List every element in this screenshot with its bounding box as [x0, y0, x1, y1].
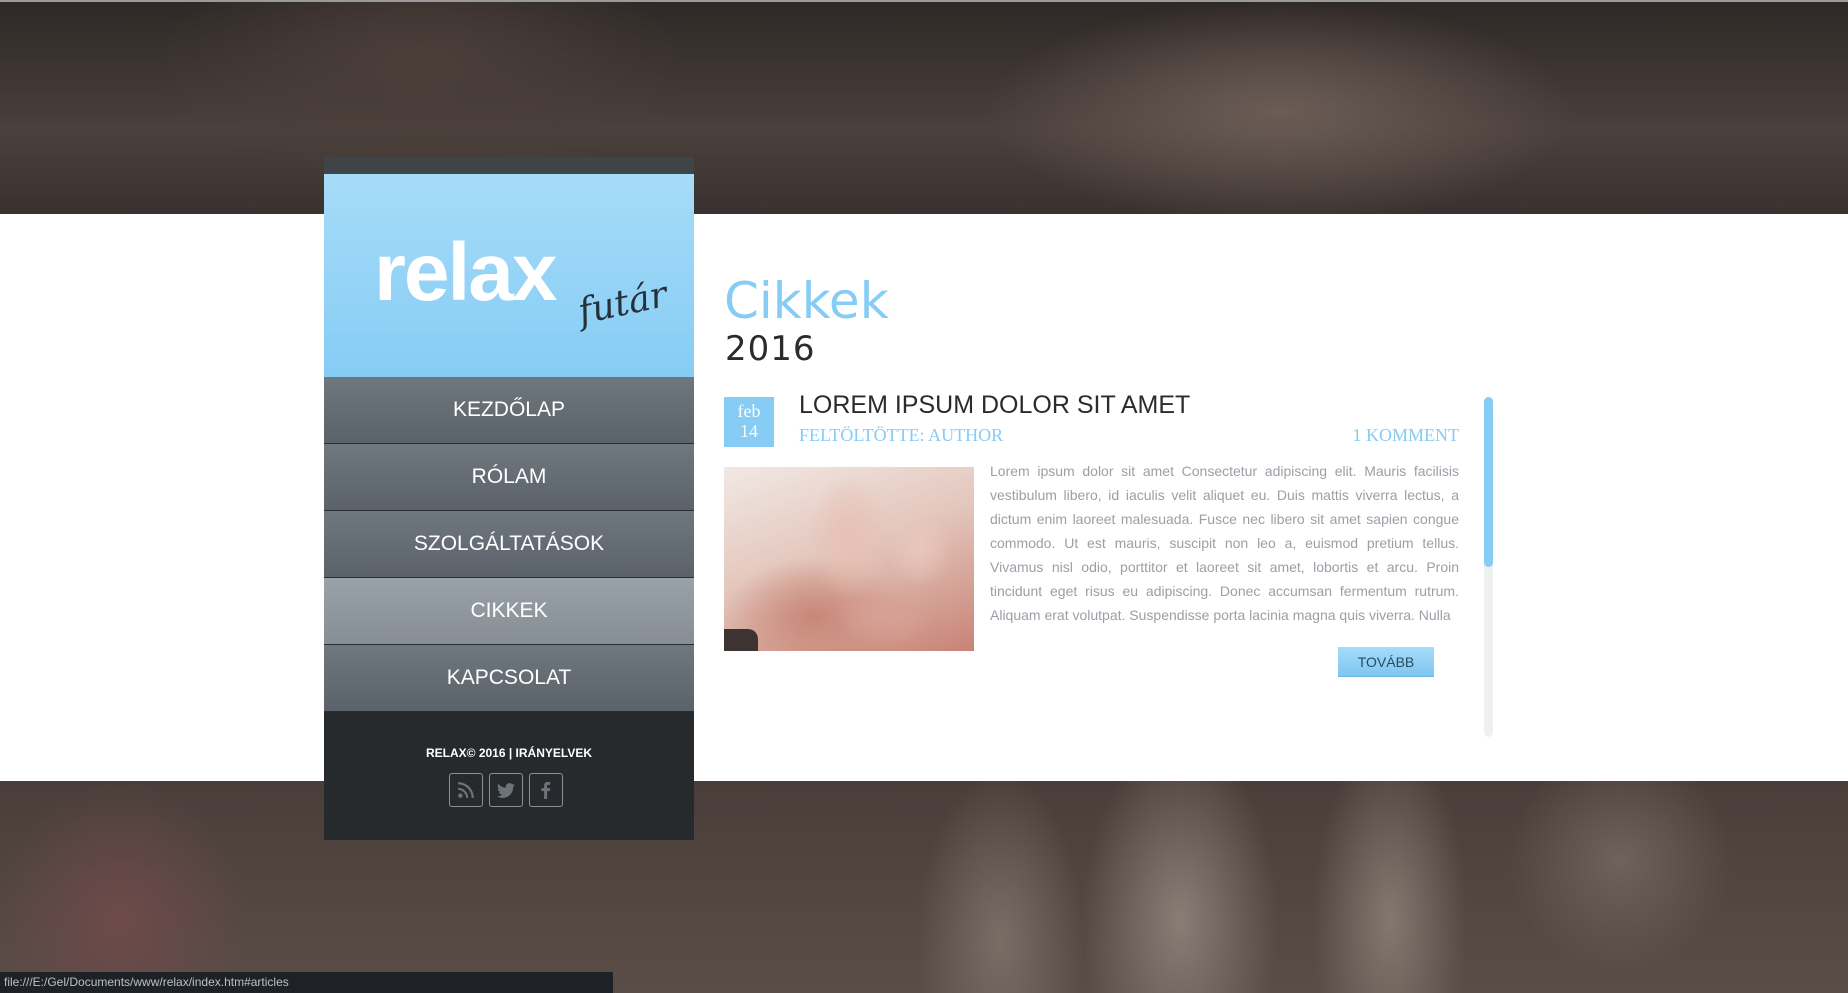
sidebar-footer: RELAX© 2016 | IRÁNYELVEK — [324, 712, 694, 840]
facebook-icon[interactable] — [529, 773, 563, 807]
logo-text: relax — [374, 227, 558, 318]
article-scrollbar[interactable] — [1484, 397, 1493, 737]
article-excerpt: Lorem ipsum dolor sit amet Consectetur a… — [990, 463, 1459, 623]
copyright-text[interactable]: RELAX© 2016 | IRÁNYELVEK — [324, 746, 694, 760]
rss-icon[interactable] — [449, 773, 483, 807]
nav-item-rolam[interactable]: RÓLAM — [324, 444, 694, 510]
nav-item-kapcsolat[interactable]: KAPCSOLAT — [324, 645, 694, 711]
logo-subtext: futár — [574, 274, 671, 333]
read-more-button[interactable]: TOVÁBB — [1338, 647, 1434, 677]
article-author: FELTÖLTÖTTE: AUTHOR — [799, 425, 1004, 445]
twitter-icon[interactable] — [489, 773, 523, 807]
social-links — [449, 773, 563, 807]
date-month: feb — [737, 401, 761, 421]
logo[interactable]: relax futár — [324, 174, 694, 377]
browser-status-bar: file:///E:/Gel/Documents/www/relax/index… — [0, 972, 613, 993]
page-title: Cikkek — [724, 272, 889, 330]
sidebar-top-bar — [324, 157, 694, 174]
footer-background-photo — [0, 781, 1848, 993]
page-year: 2016 — [725, 329, 816, 369]
article-title[interactable]: LOREM IPSUM DOLOR SIT AMET — [799, 391, 1190, 420]
date-day: 14 — [740, 421, 758, 441]
article-comments-link[interactable]: 1 KOMMENT — [1353, 425, 1460, 446]
scrollbar-thumb[interactable] — [1484, 397, 1493, 567]
nav-item-szolgaltatasok[interactable]: SZOLGÁLTATÁSOK — [324, 511, 694, 577]
nav-item-kezdolap[interactable]: KEZDŐLAP — [324, 377, 694, 443]
article-image[interactable] — [724, 467, 974, 651]
date-badge: feb 14 — [724, 397, 774, 447]
sidebar: relax futár KEZDŐLAP RÓLAM SZOLGÁLTATÁSO… — [324, 157, 694, 840]
main-nav: KEZDŐLAP RÓLAM SZOLGÁLTATÁSOK CIKKEK KAP… — [324, 377, 694, 711]
nav-item-cikkek[interactable]: CIKKEK — [324, 578, 694, 644]
image-bowl-detail — [724, 629, 758, 651]
header-background-photo — [0, 0, 1848, 214]
